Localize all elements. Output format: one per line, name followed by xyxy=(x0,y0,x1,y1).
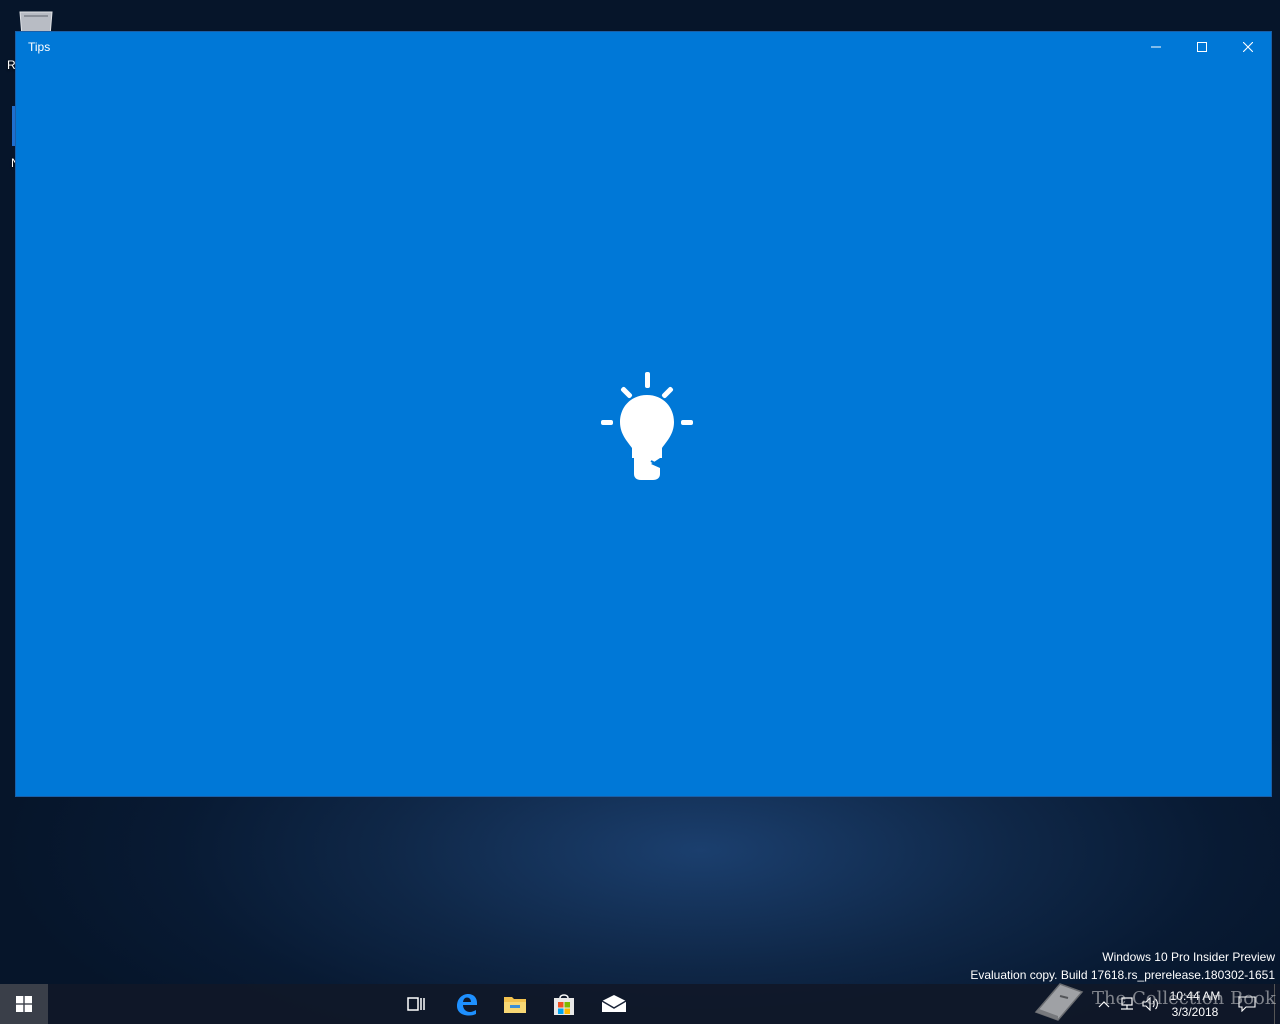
close-button[interactable] xyxy=(1225,32,1271,62)
title-bar[interactable]: Tips xyxy=(16,32,1271,62)
edge-icon[interactable] xyxy=(442,984,490,1024)
tips-window: Tips xyxy=(15,31,1272,797)
file-explorer-icon[interactable] xyxy=(491,984,539,1024)
mail-icon[interactable] xyxy=(590,984,638,1024)
lightbulb-icon xyxy=(601,370,693,482)
overlay-watermark-text: The Collection Book xyxy=(1092,988,1276,1009)
maximize-button[interactable] xyxy=(1179,32,1225,62)
minimize-icon xyxy=(1151,46,1161,48)
watermark-build: Evaluation copy. Build 17618.rs_prerelea… xyxy=(970,968,1275,982)
store-icon[interactable] xyxy=(540,984,588,1024)
book-logo-icon xyxy=(1030,976,1090,1022)
task-view-icon[interactable] xyxy=(392,984,440,1024)
close-icon xyxy=(1243,42,1253,52)
watermark-edition: Windows 10 Pro Insider Preview xyxy=(1102,950,1275,964)
maximize-icon xyxy=(1197,42,1207,52)
window-title: Tips xyxy=(28,40,51,54)
windows-logo-icon xyxy=(16,996,32,1012)
minimize-button[interactable] xyxy=(1133,32,1179,62)
start-button[interactable] xyxy=(0,984,48,1024)
